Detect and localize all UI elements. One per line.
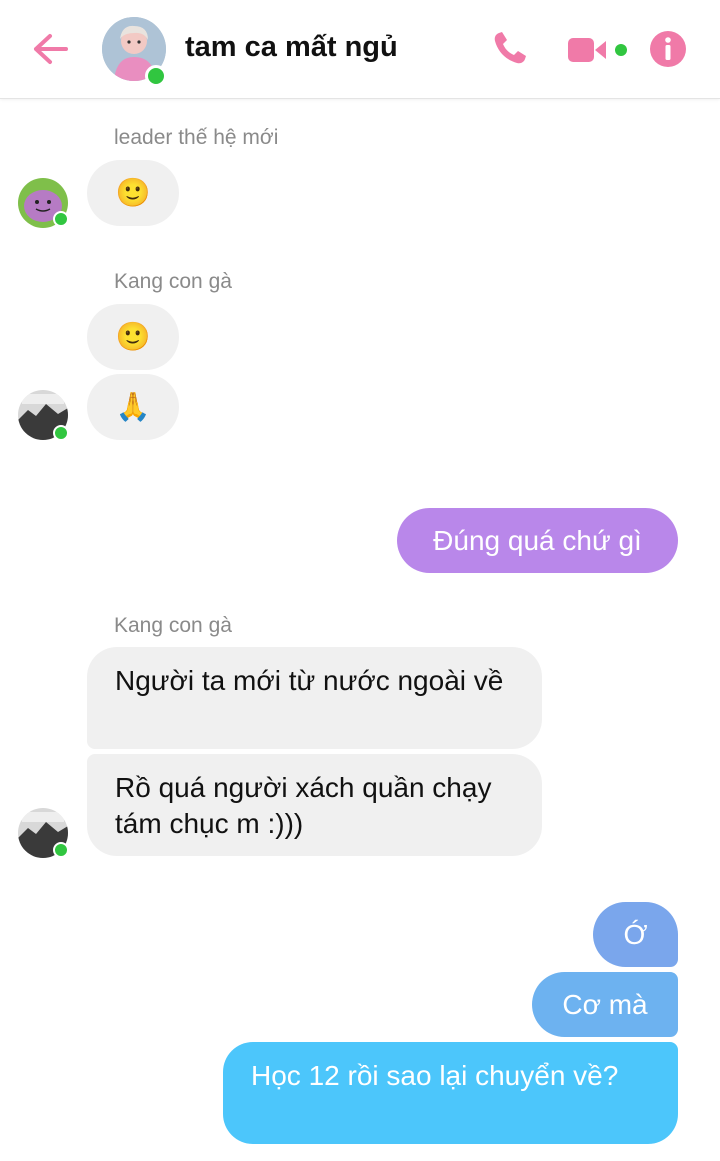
online-indicator <box>53 425 69 441</box>
outgoing-message[interactable]: Học 12 rồi sao lại chuyển về? <box>223 1042 678 1144</box>
message-text: Ớ <box>623 918 648 950</box>
sender-name: leader thế hệ mới <box>114 126 279 149</box>
online-indicator <box>53 211 69 227</box>
sender-name: Kang con gà <box>114 270 232 293</box>
message-text: Người ta mới từ nước ngoài về <box>115 665 504 696</box>
smile-emoji: 🙂 <box>115 321 151 352</box>
chat-header: tam ca mất ngủ <box>0 0 720 99</box>
incoming-message[interactable]: Người ta mới từ nước ngoài về <box>87 647 542 749</box>
outgoing-message[interactable]: Ớ <box>593 902 678 967</box>
message-text: Rồ quá người xách quần chạy tám chục m :… <box>115 772 492 839</box>
sender-name: Kang con gà <box>114 614 232 637</box>
emoji-message[interactable]: 🙂 <box>87 160 179 226</box>
online-indicator <box>53 842 69 858</box>
outgoing-message[interactable]: Đúng quá chứ gì <box>397 508 678 573</box>
online-indicator <box>145 65 167 87</box>
emoji-message[interactable]: 🙏 <box>87 374 179 440</box>
info-icon[interactable] <box>648 29 688 74</box>
conversation-title[interactable]: tam ca mất ngủ <box>185 31 398 64</box>
incoming-message[interactable]: Rồ quá người xách quần chạy tám chục m :… <box>87 754 542 856</box>
phone-icon[interactable] <box>490 28 530 73</box>
message-text: Học 12 rồi sao lại chuyển về? <box>251 1060 619 1091</box>
back-arrow-icon[interactable] <box>30 30 70 70</box>
message-text: Đúng quá chứ gì <box>433 524 642 556</box>
video-call-icon[interactable] <box>566 30 630 75</box>
pray-emoji: 🙏 <box>115 391 151 422</box>
message-text: Cơ mà <box>562 988 648 1020</box>
emoji-message[interactable]: 🙂 <box>87 304 179 370</box>
smile-emoji: 🙂 <box>115 177 151 208</box>
outgoing-message[interactable]: Cơ mà <box>532 972 678 1037</box>
